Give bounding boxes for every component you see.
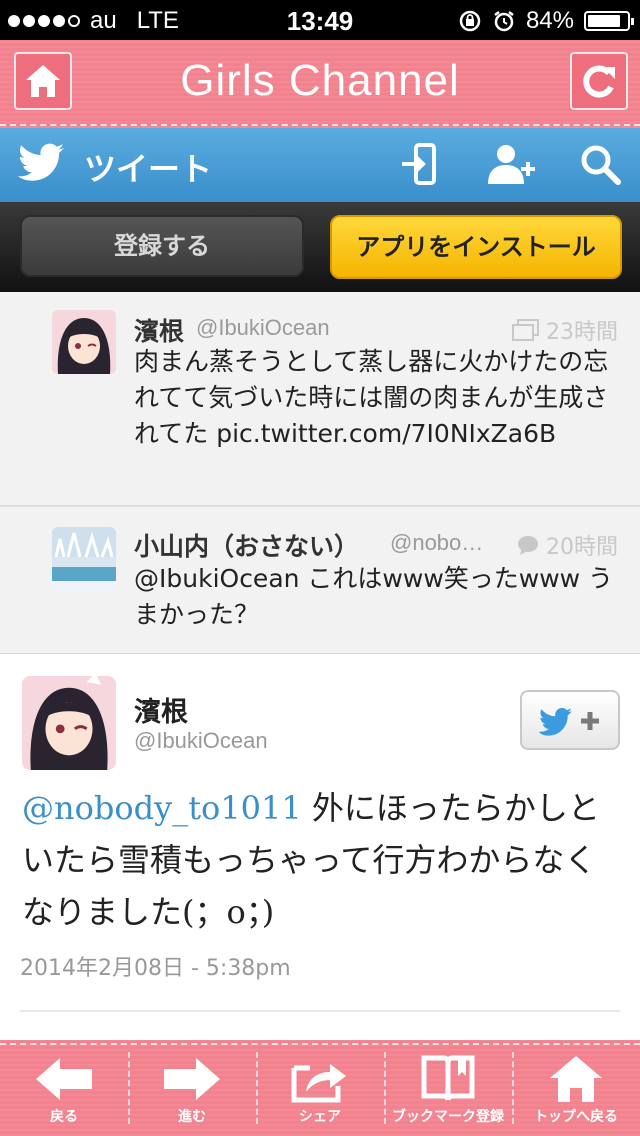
twitter-bird-icon [18,143,64,181]
share-label: シェア [299,1109,341,1125]
share-icon [291,1064,346,1103]
top-page-label: トップへ戻る [534,1109,618,1125]
refresh-button[interactable] [570,52,628,110]
back-arrow-icon [36,1058,92,1100]
bottom-toolbar: 戻る 進む シェア ブックマーク登録 トップへ戻る [0,1040,640,1136]
bookmark-button[interactable]: ブックマーク登録 [384,1050,512,1136]
install-app-button[interactable]: アプリをインストール [330,215,622,279]
tweet-author-handle: @IbukiOcean [196,315,330,340]
divider [20,1010,620,1012]
follow-button[interactable] [520,690,620,750]
tweet-author-name: 濱根 [134,317,185,346]
app-title: Girls Channel [180,56,460,105]
tweet-time: 23時間 [546,320,618,345]
register-button[interactable]: 登録する [20,215,304,277]
bookmark-label: ブックマーク登録 [392,1109,504,1125]
back-button[interactable]: 戻る [0,1050,128,1136]
tweet-text: @IbukiOcean これはwww笑ったwww うまかった？ [134,564,614,629]
bookmark-book-icon [421,1055,475,1101]
conversation-tweet[interactable]: 小山内（おさない） @nobo… 20時間 @IbukiOcean これはwww… [0,507,640,653]
avatar[interactable] [52,527,116,591]
tweet-text: @nobody_to1011 外にほったらかしといたら雪積もっちゃって行方わから… [22,782,622,938]
forward-arrow-icon [164,1058,220,1100]
refresh-icon [583,65,615,98]
sign-in-icon[interactable] [398,142,438,186]
tweet-bar: ツイート [0,128,640,202]
home-icon [550,1056,602,1102]
alarm-icon [494,11,514,32]
battery-icon [584,11,634,31]
avatar[interactable] [22,676,116,770]
tweet-meta: 20時間 [516,529,618,561]
top-page-button[interactable]: トップへ戻る [512,1050,640,1136]
avatar[interactable] [52,310,116,374]
reply-bubble-icon [518,536,538,555]
status-right: 84% [458,7,634,35]
add-user-icon[interactable] [486,142,538,186]
main-tweet: 濱根 @IbukiOcean @nobody_to1011 外にほったらかしとい… [0,654,640,1040]
share-button[interactable]: シェア [256,1050,384,1136]
twitter-follow-icon [538,708,599,736]
conversation-tweet[interactable]: 濱根 @IbukiOcean 23時間 肉まん蒸そうとして蒸し器に火かけたの忘れ… [0,292,640,504]
tweet-date: 2014年2月08日 - 5:38pm [20,956,291,981]
rotation-lock-icon [459,10,481,32]
forward-label: 進む [178,1109,206,1125]
search-icon[interactable] [578,142,622,186]
tweet-bar-label: ツイート [84,150,213,188]
conversation-thread: 濱根 @IbukiOcean 23時間 肉まん蒸そうとして蒸し器に火かけたの忘れ… [0,292,640,654]
tweet-author-handle: @nobo… [390,530,484,555]
install-bar: 登録する アプリをインストール [0,202,640,292]
tweet-meta: 23時間 [512,314,618,346]
tweet-text: 肉まん蒸そうとして蒸し器に火かけたの忘れてて気づいた時には闇の肉まんが生成されて… [134,347,609,448]
tweet-author-name: 小山内（おさない） [134,532,360,561]
app-header: Girls Channel [0,40,640,128]
forward-button[interactable]: 進む [128,1050,256,1136]
tweet-author-name: 濱根 [134,697,188,728]
image-icon [512,319,539,341]
tweet-author-handle: @IbukiOcean [134,728,268,753]
back-label: 戻る [50,1109,78,1125]
battery-percent: 84% [525,7,574,34]
tweet-time: 20時間 [546,535,618,560]
mention-link[interactable]: @nobody_to1011 [22,789,302,827]
status-bar: au LTE 13:49 84% [0,0,640,40]
